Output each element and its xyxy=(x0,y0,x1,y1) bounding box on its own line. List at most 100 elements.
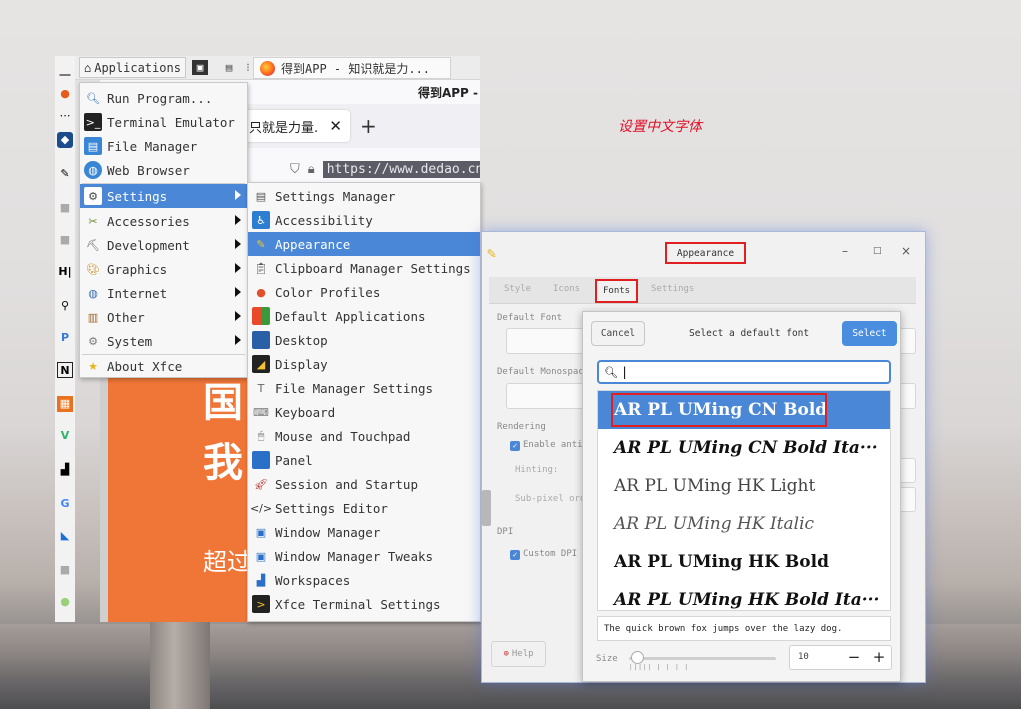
dock-h-icon[interactable]: H| xyxy=(57,264,73,280)
web-browser-icon: ◍ xyxy=(84,161,102,179)
submenu-item-window-manager[interactable]: ▣ Window Manager xyxy=(248,520,480,544)
submenu-item-label: Panel xyxy=(275,452,313,468)
increase-size-button[interactable]: + xyxy=(869,648,889,667)
font-row[interactable]: AR PL UMing CN Bold Ita··· xyxy=(598,429,890,467)
submenu-item-display[interactable]: ◢ Display xyxy=(248,352,480,376)
new-tab-icon[interactable]: + xyxy=(360,114,377,138)
menu-item-internet[interactable]: ◍ Internet xyxy=(80,281,247,305)
submenu-item-keyboard[interactable]: ⌨ Keyboard xyxy=(248,400,480,424)
tab-icons[interactable]: Icons xyxy=(553,284,580,294)
browser-side-handle[interactable] xyxy=(100,370,108,622)
font-search-input[interactable]: 🔍︎ | xyxy=(597,360,891,384)
submenu-item-settings-manager[interactable]: ▤ Settings Manager xyxy=(248,184,480,208)
menu-item-label: Accessories xyxy=(107,213,190,229)
select-button[interactable]: Select xyxy=(842,321,897,346)
menu-item-graphics[interactable]: 🎨︎ Graphics xyxy=(80,257,247,281)
google-icon[interactable]: G xyxy=(57,496,73,512)
submenu-item-label: Settings Editor xyxy=(275,500,388,516)
dock-blank2-icon[interactable]: ■ xyxy=(57,232,73,248)
help-button[interactable]: ⊕ Help xyxy=(491,641,546,667)
close-window-icon[interactable]: × xyxy=(901,244,911,258)
terminal-launcher-icon[interactable]: ▣ xyxy=(192,60,208,75)
menu-item-system[interactable]: ⚙ System xyxy=(80,329,247,353)
menu-item-accessories[interactable]: ✂ Accessories xyxy=(80,209,247,233)
dock-dot-icon[interactable]: ● xyxy=(57,86,73,102)
tab-fonts[interactable]: Fonts xyxy=(595,279,639,303)
submenu-item-label: File Manager Settings xyxy=(275,380,434,396)
menu-item-web-browser[interactable]: ◍ Web Browser xyxy=(80,158,247,182)
tab-style[interactable]: Style xyxy=(504,284,531,294)
dock-p-icon[interactable]: P xyxy=(57,330,73,346)
dock-orange-icon[interactable]: ▦ xyxy=(57,396,73,412)
dock-figure-icon[interactable]: ⚲ xyxy=(57,298,73,314)
url-text[interactable]: https://www.dedao.cn xyxy=(322,160,480,178)
submenu-item-session-startup[interactable]: 🚀︎ Session and Startup xyxy=(248,472,480,496)
other-icon: ▥ xyxy=(87,310,99,324)
submenu-item-window-manager-tweaks[interactable]: ▣ Window Manager Tweaks xyxy=(248,544,480,568)
antialias-checkbox[interactable]: ✓ Enable anti xyxy=(510,440,583,451)
menu-item-file-manager[interactable]: ▤ File Manager xyxy=(80,134,247,158)
custom-dpi-checkbox[interactable]: ✓ Custom DPI s xyxy=(510,549,588,560)
decrease-size-button[interactable]: − xyxy=(844,648,864,667)
submenu-item-mouse-touchpad[interactable]: 🖱︎ Mouse and Touchpad xyxy=(248,424,480,448)
menu-item-other[interactable]: ▥ Other xyxy=(80,305,247,329)
dock-v-icon[interactable]: V xyxy=(57,428,73,444)
menu-item-label: Run Program... xyxy=(107,90,213,106)
dock-app-icon[interactable]: ◆ xyxy=(57,132,73,148)
search-caret: | xyxy=(620,365,629,379)
rendering-label: Rendering xyxy=(497,422,546,432)
size-slider-handle[interactable] xyxy=(631,651,644,664)
menu-item-about-xfce[interactable]: ★ About Xfce xyxy=(80,354,247,378)
notion-icon[interactable]: N xyxy=(57,362,73,378)
font-row[interactable]: AR PL UMing HK Bold xyxy=(598,543,890,581)
menu-item-run-program[interactable]: 🔍︎ Run Program... xyxy=(80,86,247,110)
submenu-item-desktop[interactable]: Desktop xyxy=(248,328,480,352)
font-row[interactable]: AR PL UMing HK Bold Ita··· xyxy=(598,581,890,610)
dock-item-1-icon[interactable]: ⎽ xyxy=(57,62,73,78)
submenu-item-xfce-terminal-settings[interactable]: > Xfce Terminal Settings xyxy=(248,592,480,616)
url-bar[interactable]: ⛉ 🔒︎ https://www.dedao.cn xyxy=(270,156,480,182)
size-slider[interactable] xyxy=(629,657,776,660)
dock-blank-icon[interactable]: ■ xyxy=(57,200,73,216)
size-spinbox[interactable]: 10 − + xyxy=(789,645,892,670)
help-icon: ⊕ xyxy=(503,649,509,659)
maximize-icon[interactable]: □ xyxy=(873,246,882,256)
submenu-item-appearance[interactable]: ✎ Appearance xyxy=(248,232,480,256)
submenu-item-accessibility[interactable]: ♿︎ Accessibility xyxy=(248,208,480,232)
submenu-arrow-icon xyxy=(235,215,241,225)
menu-item-development[interactable]: ⛏ Development xyxy=(80,233,247,257)
dock-feather-icon[interactable]: ✎ xyxy=(57,166,73,182)
submenu-item-workspaces[interactable]: ▟ Workspaces xyxy=(248,568,480,592)
applications-button[interactable]: ⌂ Applications xyxy=(79,57,186,78)
font-row[interactable]: AR PL UMing HK Light xyxy=(598,467,890,505)
submenu-item-file-manager-settings[interactable]: T File Manager Settings xyxy=(248,376,480,400)
cancel-button[interactable]: Cancel xyxy=(591,321,645,346)
submenu-item-clipboard-manager[interactable]: 📋︎ Clipboard Manager Settings xyxy=(248,256,480,280)
annotation-text: 设置中文字体 xyxy=(618,119,702,135)
wechat-icon[interactable]: ● xyxy=(57,594,73,610)
font-preview[interactable]: The quick brown fox jumps over the lazy … xyxy=(597,616,891,641)
submenu-item-label: Clipboard Manager Settings xyxy=(275,260,471,276)
submenu-item-panel[interactable]: Panel xyxy=(248,448,480,472)
system-icon: ⚙ xyxy=(88,334,98,348)
submenu-item-default-applications[interactable]: Default Applications xyxy=(248,304,480,328)
window-side-handle[interactable] xyxy=(482,490,491,526)
font-row[interactable]: AR PL UMing HK Italic xyxy=(598,505,890,543)
menu-item-terminal-emulator[interactable]: >_ Terminal Emulator xyxy=(80,110,247,134)
dock-bird-icon[interactable]: ◣ xyxy=(57,528,73,544)
file-launcher-icon[interactable]: ▤ xyxy=(221,60,237,75)
close-icon[interactable]: ✕ xyxy=(329,117,342,135)
submenu-item-label: Appearance xyxy=(275,236,351,252)
dock-qr-icon[interactable]: ▟ xyxy=(57,462,73,478)
submenu-item-settings-editor[interactable]: </> Settings Editor xyxy=(248,496,480,520)
submenu-item-color-profiles[interactable]: ● Color Profiles xyxy=(248,280,480,304)
dock-blank3-icon[interactable]: ■ xyxy=(57,562,73,578)
dock-more-icon[interactable]: ⋯ xyxy=(57,108,73,124)
minimize-icon[interactable]: – xyxy=(842,244,848,258)
hinting-label: Hinting: xyxy=(515,465,559,475)
taskbar-firefox-task[interactable]: 得到APP - 知识就是力... xyxy=(253,57,451,79)
font-row[interactable]: AR PL UMing CN Bold xyxy=(598,391,890,429)
browser-tab[interactable]: 只就是力量. ✕ xyxy=(245,110,350,142)
tab-settings[interactable]: Settings xyxy=(651,284,694,294)
menu-item-settings[interactable]: ⚙ Settings xyxy=(80,184,247,208)
